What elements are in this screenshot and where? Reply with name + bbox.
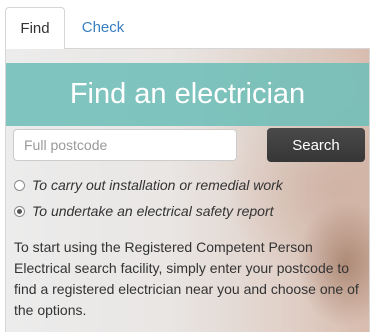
intro-text: To start using the Registered Competent … [14, 239, 359, 318]
tab-check[interactable]: Check [68, 7, 138, 49]
radio-safety-report[interactable] [14, 205, 25, 217]
postcode-input[interactable] [13, 129, 237, 161]
banner-title: Find an electrician [69, 78, 306, 110]
radio-installation[interactable] [14, 179, 25, 191]
tab-bar: Find Check [0, 0, 375, 49]
option-safety-report-label: To undertake an electrical safety report [32, 203, 274, 219]
option-safety-report[interactable]: To undertake an electrical safety report [14, 201, 274, 221]
option-installation-label: To carry out installation or remedial wo… [32, 177, 283, 193]
find-electrician-widget: Find Check Find an electrician Search To… [0, 0, 375, 332]
tab-find[interactable]: Find [5, 7, 65, 49]
banner: Find an electrician [6, 63, 369, 126]
search-button[interactable]: Search [267, 128, 365, 162]
option-installation[interactable]: To carry out installation or remedial wo… [14, 175, 283, 195]
find-panel: Find an electrician Search To carry out … [5, 48, 370, 332]
